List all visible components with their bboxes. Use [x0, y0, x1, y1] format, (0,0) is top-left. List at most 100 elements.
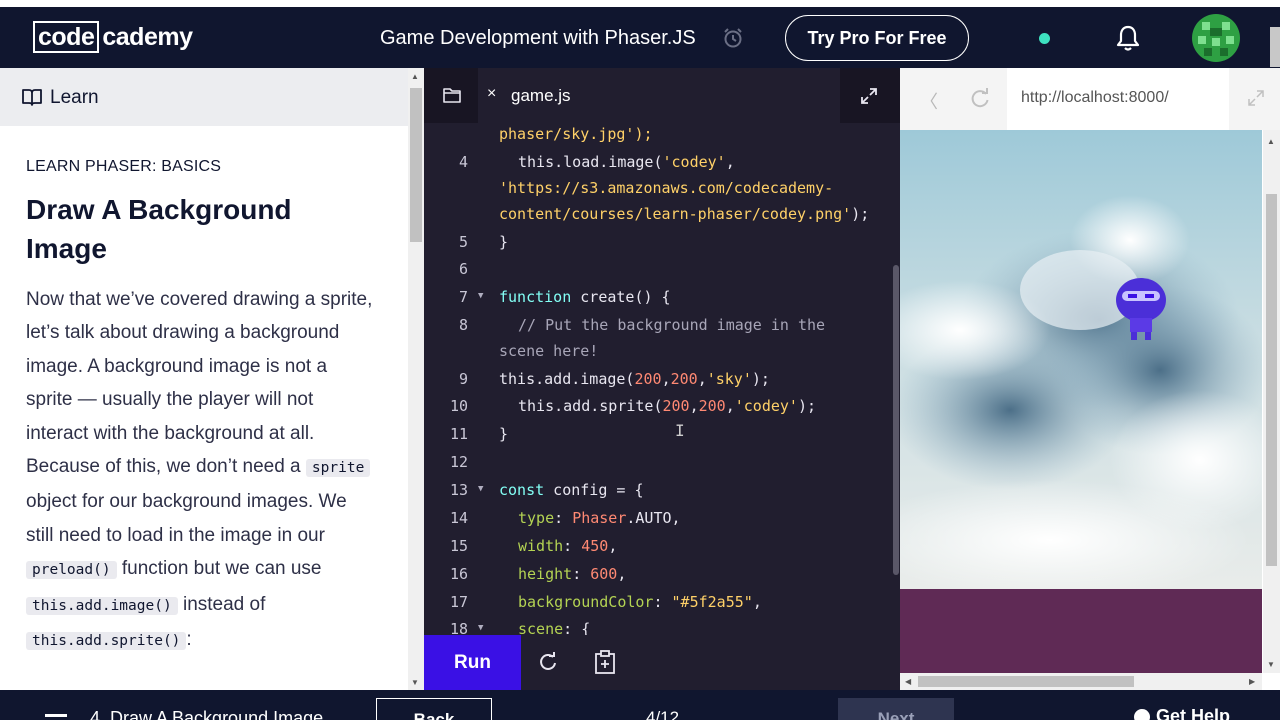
inline-code: preload() — [26, 561, 117, 580]
lesson-body: Now that we’ve covered drawing a sprite,… — [26, 283, 376, 658]
code-line: height: 600, — [518, 565, 627, 583]
game-background-area — [900, 589, 1262, 673]
line-number: 8 — [458, 316, 468, 334]
bell-icon[interactable] — [1114, 24, 1142, 52]
line-number: 18 — [449, 620, 468, 635]
code-line: scene here! — [499, 342, 599, 360]
code-editor: × game.js phaser/sky.jpg'); 4 this.load.… — [424, 68, 900, 690]
close-icon[interactable]: × — [487, 85, 496, 103]
body-text: Now that we’ve covered drawing a sprite,… — [26, 289, 373, 478]
body-text: : — [186, 629, 192, 651]
line-number: 4 — [458, 153, 468, 171]
preview-vscroll-thumb[interactable] — [1266, 194, 1277, 566]
instructions-panel: Learn LEARN PHASER: BASICS Draw A Backgr… — [0, 68, 424, 690]
fold-arrow-icon[interactable]: ▼ — [478, 291, 483, 301]
try-pro-button[interactable]: Try Pro For Free — [785, 15, 969, 61]
line-number: 11 — [449, 425, 468, 443]
logo-boxed-text: code — [33, 21, 100, 53]
code-line: content/courses/learn-phaser/codey.png')… — [499, 205, 870, 223]
learn-tab[interactable]: Learn — [0, 68, 408, 126]
lesson-breadcrumb[interactable]: 4. Draw A Background Image — [90, 708, 323, 720]
avatar[interactable] — [1192, 14, 1240, 62]
inline-code: sprite — [305, 459, 371, 478]
reset-icon[interactable] — [538, 652, 558, 672]
editor-scrollbar[interactable] — [893, 265, 899, 575]
scroll-left-arrow[interactable]: ◀ — [905, 677, 911, 687]
run-button[interactable]: Run — [424, 635, 521, 690]
line-number: 12 — [449, 453, 468, 471]
codey-sprite — [1116, 278, 1166, 340]
editor-toolbar: Run — [424, 635, 900, 690]
inline-code: this.add.image() — [26, 596, 178, 615]
scroll-down-arrow[interactable]: ▼ — [411, 678, 419, 688]
scroll-right-arrow[interactable]: ▶ — [1249, 677, 1255, 687]
code-line: this.load.image('codey', — [518, 153, 735, 171]
alarm-icon — [724, 28, 742, 48]
line-number: 6 — [458, 260, 468, 278]
help-icon — [1134, 708, 1150, 720]
code-line: this.add.sprite(200,200,'codey'); — [518, 397, 817, 415]
line-number: 16 — [449, 565, 468, 583]
line-number: 17 — [449, 593, 468, 611]
copy-icon[interactable] — [594, 650, 616, 674]
get-help-label: Get Help — [1156, 706, 1231, 720]
code-line: width: 450, — [518, 537, 618, 555]
code-line: const config = { — [499, 481, 644, 499]
code-line: } — [499, 425, 509, 443]
scrollbar-thumb[interactable] — [410, 88, 422, 242]
game-canvas[interactable] — [900, 130, 1262, 589]
learn-label: Learn — [50, 87, 99, 108]
fullscreen-icon[interactable] — [1248, 90, 1264, 106]
line-number: 14 — [449, 509, 468, 527]
tab-label: game.js — [511, 86, 571, 105]
sky-background-image — [900, 130, 1262, 589]
fold-arrow-icon[interactable]: ▼ — [478, 623, 483, 633]
top-navigation: code cademy Game Development with Phaser… — [0, 0, 1280, 68]
menu-icon[interactable] — [45, 714, 67, 717]
reload-icon[interactable] — [969, 87, 991, 109]
status-dot — [1039, 33, 1050, 44]
scroll-down-arrow[interactable]: ▼ — [1267, 660, 1275, 670]
code-area[interactable]: phaser/sky.jpg'); 4 this.load.image('cod… — [424, 123, 890, 635]
line-number: 5 — [458, 233, 468, 251]
inline-code: this.add.sprite() — [26, 632, 187, 651]
lesson-progress: 4/12 — [646, 708, 680, 720]
folder-icon[interactable] — [443, 87, 461, 103]
body-text: function but we can use — [116, 558, 322, 580]
code-line: backgroundColor: "#5f2a55", — [518, 593, 762, 611]
code-line: phaser/sky.jpg'); — [499, 125, 653, 143]
url-field[interactable]: http://localhost:8000/ — [1007, 68, 1229, 130]
scroll-up-arrow[interactable]: ▲ — [1267, 137, 1275, 147]
codecademy-logo[interactable]: code cademy — [33, 21, 193, 53]
code-line: scene: { — [518, 620, 591, 635]
get-help-button[interactable]: Get Help — [1134, 706, 1230, 720]
line-number: 15 — [449, 537, 468, 555]
logo-text: cademy — [102, 23, 193, 51]
browser-preview: 〈 http://localhost:8000/ ▲ ▼ ◀ ▶ — [900, 68, 1280, 690]
back-button[interactable]: Back — [376, 698, 492, 720]
line-number: 13 — [449, 481, 468, 499]
lesson-title: Draw A Background Image — [26, 194, 292, 264]
editor-tab-bar: × game.js — [424, 68, 900, 123]
code-line: // Put the background image in the — [518, 316, 826, 334]
expand-icon[interactable] — [860, 87, 878, 105]
scroll-up-arrow[interactable]: ▲ — [411, 72, 419, 82]
preview-hscroll-thumb[interactable] — [918, 676, 1134, 687]
back-arrow-icon[interactable]: 〈 — [920, 88, 938, 114]
window-edge — [1270, 27, 1280, 67]
code-line: this.add.image(200,200,'sky'); — [499, 370, 770, 388]
body-text: instead of — [177, 593, 266, 615]
book-icon — [22, 89, 42, 106]
code-line: function create() { — [499, 288, 671, 306]
bottom-navigation: 4. Draw A Background Image Back 4/12 Nex… — [0, 690, 1280, 720]
next-button[interactable]: Next — [838, 698, 954, 720]
code-line: } — [499, 233, 509, 251]
body-text: object for our background images. We sti… — [26, 491, 347, 546]
line-number: 9 — [458, 370, 468, 388]
course-kicker: LEARN PHASER: BASICS — [26, 158, 222, 175]
course-title[interactable]: Game Development with Phaser.JS — [380, 25, 696, 51]
line-number: 10 — [449, 397, 468, 415]
code-line: type: Phaser.AUTO, — [518, 509, 681, 527]
fold-arrow-icon[interactable]: ▼ — [478, 484, 483, 494]
code-line: 'https://s3.amazonaws.com/codecademy- — [499, 179, 834, 197]
